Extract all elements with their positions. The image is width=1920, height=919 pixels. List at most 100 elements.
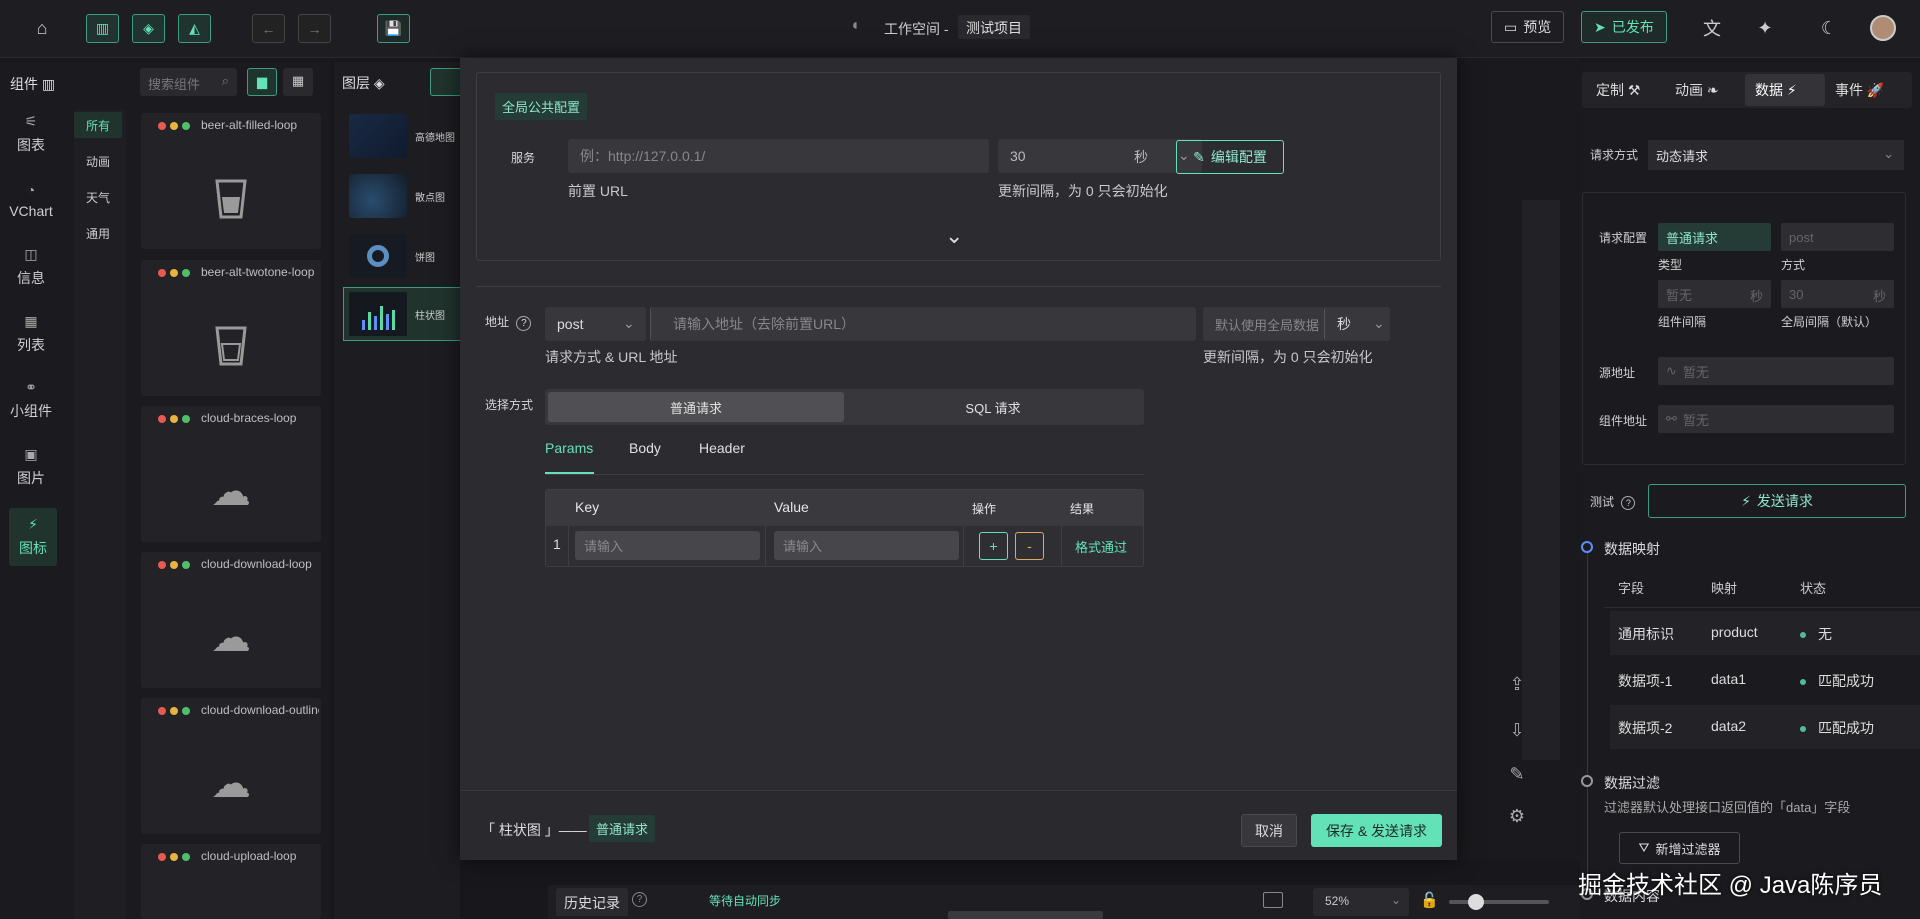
remove-row-button[interactable]: -: [1015, 532, 1044, 560]
component-card[interactable]: cloud-download-loop ☁: [141, 552, 321, 688]
wrench-icon: ⚒: [1627, 82, 1641, 98]
grid-view-button[interactable]: ▦: [283, 68, 313, 96]
card-view-button[interactable]: ▆: [247, 68, 277, 96]
mapping-row: 通用标识 product 无: [1610, 611, 1920, 655]
filter-desc: 过滤器默认处理接口返回值的「data」字段: [1604, 800, 1851, 815]
tab-body[interactable]: Body: [629, 440, 661, 474]
value-input[interactable]: 请输入: [774, 531, 959, 560]
params-table: Key Value 操作 结果 1 请输入 请输入 + - 格式通过: [545, 489, 1144, 567]
subcat-general[interactable]: 通用: [74, 220, 122, 246]
col-action: 操作: [972, 502, 997, 516]
minimap-icon[interactable]: [1263, 892, 1283, 908]
edit-icon[interactable]: ✎: [1503, 764, 1531, 792]
interval-override-input[interactable]: 默认使用全局数据: [1203, 307, 1324, 341]
cell-divider: [568, 526, 569, 566]
detail-toggle-button[interactable]: ◭: [178, 14, 211, 43]
address-input[interactable]: 请输入地址（去除前置URL）: [650, 307, 1196, 341]
expand-chevron-icon[interactable]: ⌄: [945, 223, 963, 249]
interval-unit-select[interactable]: 秒 ⌄: [1324, 307, 1390, 341]
zoom-select[interactable]: 52% ⌄: [1313, 888, 1409, 916]
service-url-input[interactable]: 例：http://127.0.0.1/: [568, 139, 989, 173]
mapping-col-field: 字段: [1618, 581, 1645, 596]
layer-item[interactable]: 饼图: [344, 230, 460, 282]
workspace-label: 工作空间 -: [884, 21, 949, 37]
history-button[interactable]: 历史记录: [556, 888, 628, 916]
avatar[interactable]: [1870, 15, 1896, 41]
bolt-icon: ⚡: [1786, 82, 1797, 98]
component-card[interactable]: beer-alt-twotone-loop: [141, 260, 321, 396]
edit-config-button[interactable]: ✎ 编辑配置: [1176, 140, 1284, 174]
add-row-button[interactable]: +: [979, 532, 1008, 560]
add-filter-button[interactable]: ⛛ 新增过滤器: [1619, 832, 1740, 864]
settings-gear-icon[interactable]: ⚙: [1503, 806, 1531, 834]
translate-icon[interactable]: 文: [1698, 14, 1726, 42]
home-icon[interactable]: ⌂: [28, 14, 56, 42]
tab-events[interactable]: 事件 🚀: [1835, 80, 1884, 100]
scrollbar[interactable]: [948, 911, 1103, 919]
preview-button[interactable]: ▭ 预览: [1491, 11, 1565, 43]
chevron-down-icon: ⌄: [623, 315, 635, 331]
filter-title: 数据过滤: [1604, 775, 1660, 791]
bolt-icon: ⚡: [1741, 492, 1751, 509]
layer-item[interactable]: 高德地图: [344, 110, 460, 162]
tab-data[interactable]: 数据 ⚡: [1755, 80, 1797, 100]
nav-info[interactable]: ◫ 信息: [0, 237, 62, 297]
help-icon: ?: [516, 316, 532, 331]
timeline-node: [1581, 775, 1593, 787]
undo-button[interactable]: ←: [252, 14, 285, 43]
component-card[interactable]: beer-alt-filled-loop: [141, 113, 321, 249]
cloud-braces-icon: ☁: [211, 470, 251, 514]
mode-sql-tab[interactable]: SQL 请求: [845, 392, 1141, 422]
nav-vchart[interactable]: ◔ VChart: [0, 170, 62, 230]
request-mode-segment: 普通请求 SQL 请求: [545, 389, 1144, 425]
save-send-button[interactable]: 保存 & 发送请求: [1311, 814, 1442, 847]
chart-toggle-button[interactable]: ▥: [86, 14, 119, 43]
redo-button[interactable]: →: [298, 14, 331, 43]
subcat-weather[interactable]: 天气: [74, 184, 122, 210]
layer-view-button[interactable]: [430, 68, 460, 96]
layer-toggle-button[interactable]: ◈: [132, 14, 165, 43]
config-type-value: 普通请求: [1658, 223, 1771, 251]
chart-icon: ⚟: [24, 113, 38, 129]
interval-input[interactable]: 30 秒 ⌄: [998, 139, 1202, 173]
component-search-input[interactable]: 搜索组件 ⌕: [140, 68, 237, 96]
upload-icon[interactable]: ⇪: [1503, 674, 1531, 702]
nav-widget[interactable]: ⚭ 小组件: [0, 370, 62, 430]
method-select[interactable]: post ⌄: [545, 307, 646, 341]
component-card[interactable]: cloud-braces-loop ☁: [141, 406, 321, 542]
nav-chart[interactable]: ⚟ 图表: [0, 104, 62, 164]
download-icon[interactable]: ⇩: [1503, 720, 1531, 748]
layer-thumbnail: [349, 174, 407, 218]
tab-customize[interactable]: 定制 ⚒: [1596, 80, 1640, 100]
layer-item[interactable]: 散点图: [344, 170, 460, 222]
request-method-select[interactable]: 动态请求 ⌄: [1648, 140, 1904, 170]
zoom-slider-handle[interactable]: [1468, 894, 1484, 910]
tab-params[interactable]: Params: [545, 440, 594, 474]
project-name[interactable]: 测试项目: [958, 15, 1030, 39]
address-hint: 请求方式 & URL 地址: [545, 349, 678, 365]
component-card[interactable]: cloud-upload-loop: [141, 844, 321, 919]
key-input[interactable]: 请输入: [575, 531, 760, 560]
magic-wand-icon[interactable]: ✦: [1751, 14, 1779, 42]
nav-list[interactable]: ▦ 列表: [0, 304, 62, 364]
mode-normal-tab[interactable]: 普通请求: [548, 392, 844, 422]
zoom-slider[interactable]: [1449, 894, 1549, 910]
tab-animation[interactable]: 动画 ❧: [1675, 80, 1719, 100]
layer-item-active[interactable]: 柱状图: [343, 287, 460, 341]
nav-image[interactable]: ▣ 图片: [0, 437, 62, 497]
save-icon-button[interactable]: 💾: [377, 14, 410, 43]
moon-icon[interactable]: ☾: [1815, 14, 1843, 42]
table-header: [546, 490, 1143, 526]
lock-icon[interactable]: 🔓: [1420, 891, 1439, 909]
cancel-button[interactable]: 取消: [1241, 814, 1297, 847]
window-dots: [158, 707, 190, 715]
nav-icon[interactable]: ⚡ 图标: [9, 508, 57, 566]
pulse-icon: ∿: [1666, 363, 1677, 378]
help-icon: ?: [1621, 496, 1636, 510]
send-request-button[interactable]: ⚡ 发送请求: [1648, 484, 1906, 518]
subcat-all[interactable]: 所有: [74, 112, 122, 138]
publish-button[interactable]: ➤ 已发布: [1581, 11, 1667, 43]
subcat-animation[interactable]: 动画: [74, 148, 122, 174]
component-card[interactable]: cloud-download-outline ☁: [141, 698, 321, 834]
tab-header[interactable]: Header: [699, 440, 745, 474]
